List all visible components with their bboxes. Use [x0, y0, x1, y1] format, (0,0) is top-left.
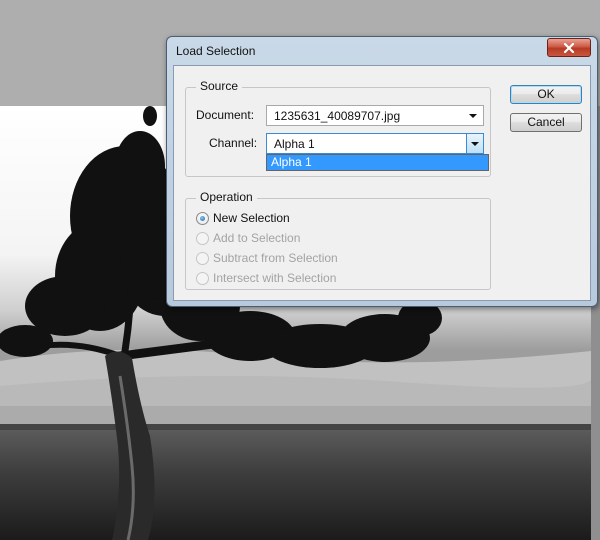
radio-label: Subtract from Selection — [213, 251, 338, 265]
radio-subtract-from-selection: Subtract from Selection — [196, 250, 338, 266]
chevron-down-icon — [471, 142, 479, 146]
document-select[interactable]: 1235631_40089707.jpg — [266, 105, 484, 126]
radio-icon — [196, 231, 209, 245]
radio-add-to-selection: Add to Selection — [196, 230, 300, 246]
ok-button[interactable]: OK — [510, 85, 582, 104]
channel-option-alpha-1[interactable]: Alpha 1 — [267, 155, 488, 170]
channel-select-value: Alpha 1 — [274, 137, 315, 151]
dialog-title: Load Selection — [176, 44, 256, 58]
chevron-down-icon — [469, 114, 477, 118]
dialog-body: Source Document: 1235631_40089707.jpg Ch… — [173, 65, 591, 301]
close-button[interactable] — [547, 38, 591, 57]
radio-icon — [196, 251, 209, 265]
radio-intersect-with-selection: Intersect with Selection — [196, 270, 336, 286]
cancel-button[interactable]: Cancel — [510, 113, 582, 132]
radio-icon — [196, 271, 209, 285]
document-label: Document: — [196, 108, 255, 122]
source-group: Source Document: 1235631_40089707.jpg Ch… — [185, 79, 491, 177]
channel-label: Channel: — [209, 136, 258, 150]
channel-dropdown-list: Alpha 1 — [266, 154, 489, 171]
document-select-value: 1235631_40089707.jpg — [274, 109, 401, 123]
radio-icon — [196, 211, 209, 225]
radio-label: Intersect with Selection — [213, 271, 337, 285]
radio-label: New Selection — [213, 211, 290, 225]
channel-dropdown-button[interactable] — [466, 134, 483, 153]
operation-group: Operation New Selection Add to Selection… — [185, 190, 491, 290]
dialog-titlebar[interactable]: Load Selection — [167, 37, 597, 65]
radio-label: Add to Selection — [213, 231, 301, 245]
radio-new-selection[interactable]: New Selection — [196, 210, 290, 226]
operation-legend: Operation — [196, 190, 257, 204]
load-selection-dialog: Load Selection Source Document: 1235631_… — [166, 36, 598, 307]
source-legend: Source — [196, 79, 243, 93]
close-icon — [563, 42, 575, 53]
channel-select[interactable]: Alpha 1 — [266, 133, 484, 154]
